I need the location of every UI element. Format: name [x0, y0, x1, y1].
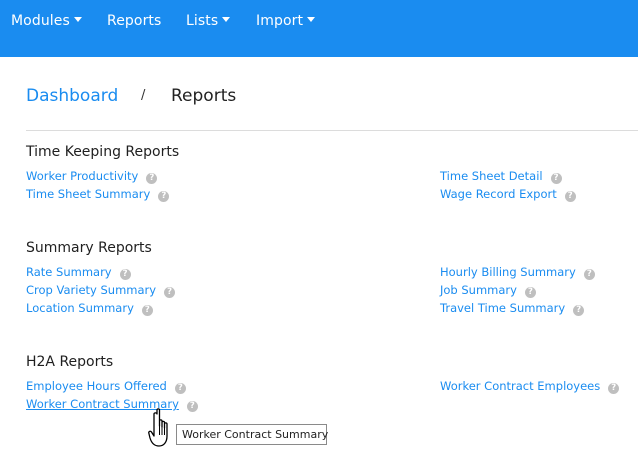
report-link-label: Worker Contract Employees	[440, 379, 601, 393]
report-link-travel-time-summary[interactable]: Travel Time Summary?	[440, 301, 585, 316]
report-link-label: Travel Time Summary	[440, 301, 566, 315]
help-icon[interactable]: ?	[524, 287, 536, 298]
report-link-label: Worker Productivity	[26, 169, 139, 183]
help-icon[interactable]: ?	[146, 173, 158, 184]
nav-reports-link[interactable]: Reports	[107, 13, 161, 31]
help-icon[interactable]: ?	[164, 287, 176, 298]
help-icon[interactable]: ?	[550, 173, 562, 184]
section-title-summary: Summary Reports	[26, 240, 152, 256]
report-link-label: Location Summary	[26, 301, 134, 315]
report-link-label: Wage Record Export	[440, 187, 557, 201]
report-link-employee-hours-offered[interactable]: Employee Hours Offered?	[26, 379, 186, 394]
help-icon[interactable]: ?	[583, 269, 595, 280]
report-link-location-summary[interactable]: Location Summary?	[26, 301, 153, 316]
breadcrumb-current: Reports	[171, 86, 237, 106]
report-link-rate-summary[interactable]: Rate Summary?	[26, 265, 131, 280]
breadcrumb-separator: /	[141, 88, 146, 103]
link-tooltip: Worker Contract Summary	[176, 424, 328, 445]
breadcrumb-dashboard-link[interactable]: Dashboard	[26, 86, 118, 106]
top-navbar: Modules Reports Lists Import	[0, 0, 638, 57]
report-link-time-sheet-summary[interactable]: Time Sheet Summary?	[26, 187, 170, 202]
help-icon[interactable]: ?	[158, 191, 170, 202]
report-link-label: Employee Hours Offered	[26, 379, 167, 393]
report-link-label: Rate Summary	[26, 265, 112, 279]
nav-modules-label: Modules	[11, 13, 70, 29]
help-icon[interactable]: ?	[141, 305, 153, 316]
report-link-worker-contract-employees[interactable]: Worker Contract Employees?	[440, 379, 620, 394]
help-icon[interactable]: ?	[186, 401, 198, 412]
help-icon[interactable]: ?	[119, 269, 131, 280]
nav-import-label: Import	[256, 13, 304, 29]
report-link-hourly-billing-summary[interactable]: Hourly Billing Summary?	[440, 265, 595, 280]
report-link-worker-productivity[interactable]: Worker Productivity?	[26, 169, 158, 184]
nav-modules-dropdown[interactable]: Modules	[11, 13, 82, 31]
report-link-wage-record-export[interactable]: Wage Record Export?	[440, 187, 576, 202]
report-link-job-summary[interactable]: Job Summary?	[440, 283, 536, 298]
report-link-label: Time Sheet Detail	[440, 169, 543, 183]
help-icon[interactable]: ?	[608, 383, 620, 394]
report-link-label: Hourly Billing Summary	[440, 265, 576, 279]
report-link-time-sheet-detail[interactable]: Time Sheet Detail?	[440, 169, 562, 184]
caret-down-icon	[307, 17, 316, 22]
help-icon[interactable]: ?	[174, 383, 186, 394]
report-link-label: Job Summary	[440, 283, 517, 297]
report-link-crop-variety-summary[interactable]: Crop Variety Summary?	[26, 283, 176, 298]
hand-pointer-cursor-icon	[148, 408, 168, 447]
header-divider	[26, 130, 638, 131]
nav-lists-dropdown[interactable]: Lists	[186, 13, 231, 31]
help-icon[interactable]: ?	[564, 191, 576, 202]
section-title-h2a: H2A Reports	[26, 354, 114, 370]
section-title-timekeeping: Time Keeping Reports	[26, 144, 180, 160]
report-link-label: Crop Variety Summary	[26, 283, 157, 297]
help-icon[interactable]: ?	[573, 305, 585, 316]
caret-down-icon	[73, 17, 82, 22]
nav-lists-label: Lists	[186, 13, 219, 29]
nav-import-dropdown[interactable]: Import	[256, 13, 316, 31]
caret-down-icon	[222, 17, 231, 22]
report-link-label: Time Sheet Summary	[26, 187, 151, 201]
nav-reports-label: Reports	[107, 13, 162, 29]
